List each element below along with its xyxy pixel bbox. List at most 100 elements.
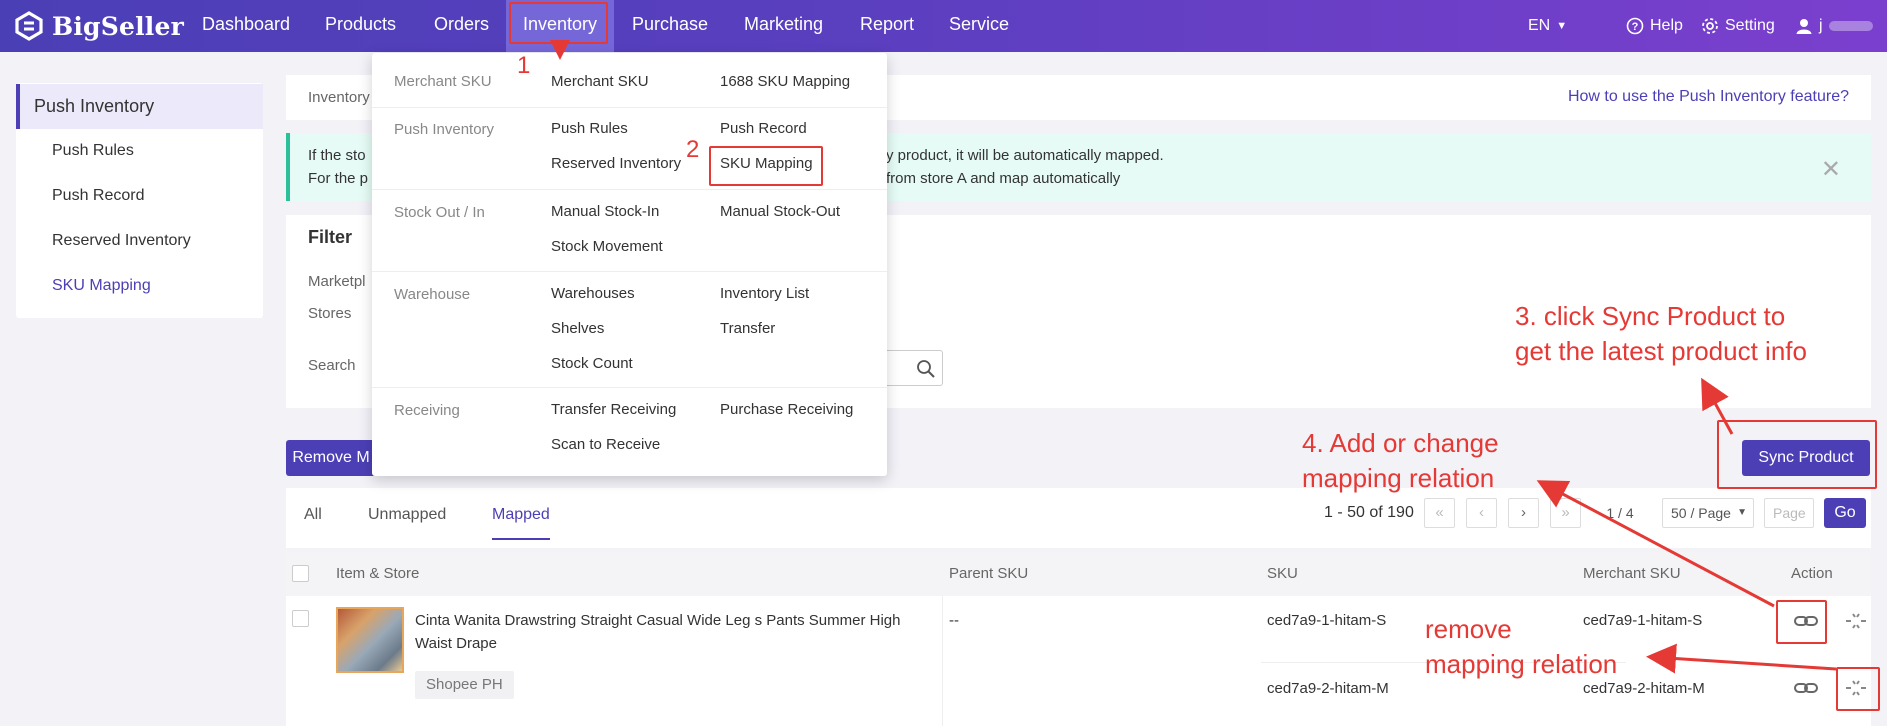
notice-line-2-start: For the p — [308, 170, 369, 187]
notice-line-1-end: y product, it will be automatically mapp… — [886, 147, 1164, 164]
select-all-checkbox[interactable] — [292, 565, 309, 582]
nav-report[interactable]: Report — [860, 0, 914, 52]
first-page-icon[interactable]: « — [1424, 498, 1455, 528]
highlight-sku-mapping-menu — [709, 146, 823, 186]
nav-products[interactable]: Products — [325, 0, 396, 52]
menu-divider — [372, 271, 887, 272]
notice-line-2-end: from store A and map automatically — [886, 170, 1121, 187]
menu-push-rules[interactable]: Push Rules — [551, 120, 628, 137]
menu-divider — [372, 387, 887, 388]
sku-value-1: ced7a9-1-hitam-S — [1267, 612, 1387, 629]
table-header: Item & Store Parent SKU SKU Merchant SKU… — [286, 552, 1871, 596]
menu-push-record[interactable]: Push Record — [720, 120, 807, 137]
step-4-annotation-line-2: mapping relation — [1302, 463, 1495, 493]
menu-scan-to-receive[interactable]: Scan to Receive — [551, 436, 660, 453]
filter-label-stores: Stores — [308, 305, 352, 322]
menu-stock-count[interactable]: Stock Count — [551, 355, 633, 372]
prev-page-icon[interactable]: ‹ — [1466, 498, 1497, 528]
header-merchant-sku: Merchant SKU — [1583, 565, 1681, 582]
setting-link[interactable]: Setting — [1701, 0, 1775, 52]
notice-line-1-start: If the sto — [308, 147, 366, 164]
parent-sku-value: -- — [949, 612, 959, 629]
menu-inventory-list[interactable]: Inventory List — [720, 285, 809, 302]
menu-warehouses[interactable]: Warehouses — [551, 285, 635, 302]
last-page-icon[interactable]: » — [1550, 498, 1581, 528]
language-selector[interactable]: EN ▼ — [1528, 0, 1567, 52]
search-button[interactable] — [886, 350, 943, 386]
setting-label: Setting — [1725, 17, 1775, 34]
per-page-select[interactable]: 50 / Page ▼ — [1662, 498, 1754, 528]
header-sku: SKU — [1267, 565, 1298, 582]
next-page-icon[interactable]: › — [1508, 498, 1539, 528]
gear-icon — [1702, 18, 1718, 34]
menu-1688-sku-mapping[interactable]: 1688 SKU Mapping — [720, 73, 850, 90]
help-circle-icon: ? — [1626, 17, 1644, 35]
group-stock-out-in: Stock Out / In — [394, 204, 485, 221]
brand-name: BigSeller — [52, 11, 184, 41]
menu-stock-movement[interactable]: Stock Movement — [551, 238, 663, 255]
tab-unmapped[interactable]: Unmapped — [368, 506, 446, 524]
top-nav-bar: BigSeller Dashboard Products Orders Inve… — [0, 0, 1887, 52]
breadcrumb: Inventory — [308, 89, 370, 106]
logo-icon — [15, 11, 43, 41]
menu-purchase-receiving[interactable]: Purchase Receiving — [720, 401, 853, 418]
menu-divider — [372, 107, 887, 108]
header-action: Action — [1791, 565, 1833, 582]
language-label: EN — [1528, 17, 1551, 34]
bigseller-logo[interactable]: BigSeller — [14, 8, 184, 44]
step-3-annotation-line-1: 3. click Sync Product to — [1515, 301, 1786, 331]
search-icon — [917, 360, 935, 378]
sku-value-2: ced7a9-2-hitam-M — [1267, 680, 1389, 697]
menu-transfer-receiving[interactable]: Transfer Receiving — [551, 401, 676, 418]
filter-label-search: Search — [308, 357, 356, 374]
nav-marketing[interactable]: Marketing — [744, 0, 823, 52]
nav-dashboard[interactable]: Dashboard — [202, 0, 290, 52]
user-menu[interactable]: j — [1795, 0, 1873, 52]
highlight-unlink-icon — [1836, 667, 1880, 711]
nav-purchase[interactable]: Purchase — [632, 0, 708, 52]
filter-label-marketplace: Marketpl — [308, 273, 366, 290]
menu-transfer[interactable]: Transfer — [720, 320, 775, 337]
go-button[interactable]: Go — [1824, 498, 1866, 528]
store-tag: Shopee PH — [415, 671, 514, 699]
merchant-sku-value-1: ced7a9-1-hitam-S — [1583, 612, 1703, 629]
sidebar-item-push-rules[interactable]: Push Rules — [52, 142, 134, 160]
product-title[interactable]: Cinta Wanita Drawstring Straight Casual … — [415, 609, 935, 655]
group-warehouse: Warehouse — [394, 286, 471, 303]
sidebar-item-push-record[interactable]: Push Record — [52, 187, 145, 205]
close-icon[interactable]: ✕ — [1821, 155, 1841, 184]
highlight-inventory-nav — [509, 2, 608, 44]
tab-all[interactable]: All — [304, 506, 322, 524]
nav-orders[interactable]: Orders — [434, 0, 489, 52]
menu-merchant-sku[interactable]: Merchant SKU — [551, 73, 649, 90]
sidebar-header-push-inventory[interactable]: Push Inventory — [16, 84, 263, 129]
row-checkbox[interactable] — [292, 610, 309, 627]
sidebar-item-reserved-inventory[interactable]: Reserved Inventory — [52, 232, 191, 250]
product-thumbnail[interactable] — [336, 607, 404, 673]
header-parent-sku: Parent SKU — [949, 565, 1029, 582]
menu-divider — [372, 189, 887, 190]
how-to-use-link[interactable]: How to use the Push Inventory feature? — [1568, 88, 1849, 106]
remove-annotation-line-2: mapping relation — [1425, 649, 1618, 679]
remove-mapping-button[interactable]: Remove M — [286, 440, 376, 476]
group-receiving: Receiving — [394, 402, 460, 419]
remove-annotation-line-1: remove — [1425, 614, 1512, 644]
unlink-mapping-icon[interactable] — [1843, 610, 1869, 632]
sku-mapping-table: Item & Store Parent SKU SKU Merchant SKU… — [286, 552, 1871, 726]
tab-mapped[interactable]: Mapped — [492, 506, 550, 524]
link-mapping-icon-2[interactable] — [1793, 677, 1819, 699]
menu-reserved-inventory[interactable]: Reserved Inventory — [551, 155, 681, 172]
menu-manual-stock-out[interactable]: Manual Stock-Out — [720, 203, 840, 220]
step-3-annotation-line-2: get the latest product info — [1515, 336, 1807, 366]
highlight-link-icon — [1776, 600, 1827, 644]
chevron-down-icon: ▼ — [1737, 507, 1747, 518]
sidebar-item-sku-mapping[interactable]: SKU Mapping — [52, 277, 151, 295]
menu-manual-stock-in[interactable]: Manual Stock-In — [551, 203, 659, 220]
svg-text:?: ? — [1632, 21, 1639, 33]
nav-service[interactable]: Service — [949, 0, 1009, 52]
user-icon — [1796, 19, 1812, 34]
per-page-value: 50 / Page — [1671, 505, 1731, 521]
menu-shelves[interactable]: Shelves — [551, 320, 604, 337]
help-link-top[interactable]: ? Help — [1626, 0, 1683, 52]
page-jump-input[interactable]: Page — [1764, 498, 1814, 528]
